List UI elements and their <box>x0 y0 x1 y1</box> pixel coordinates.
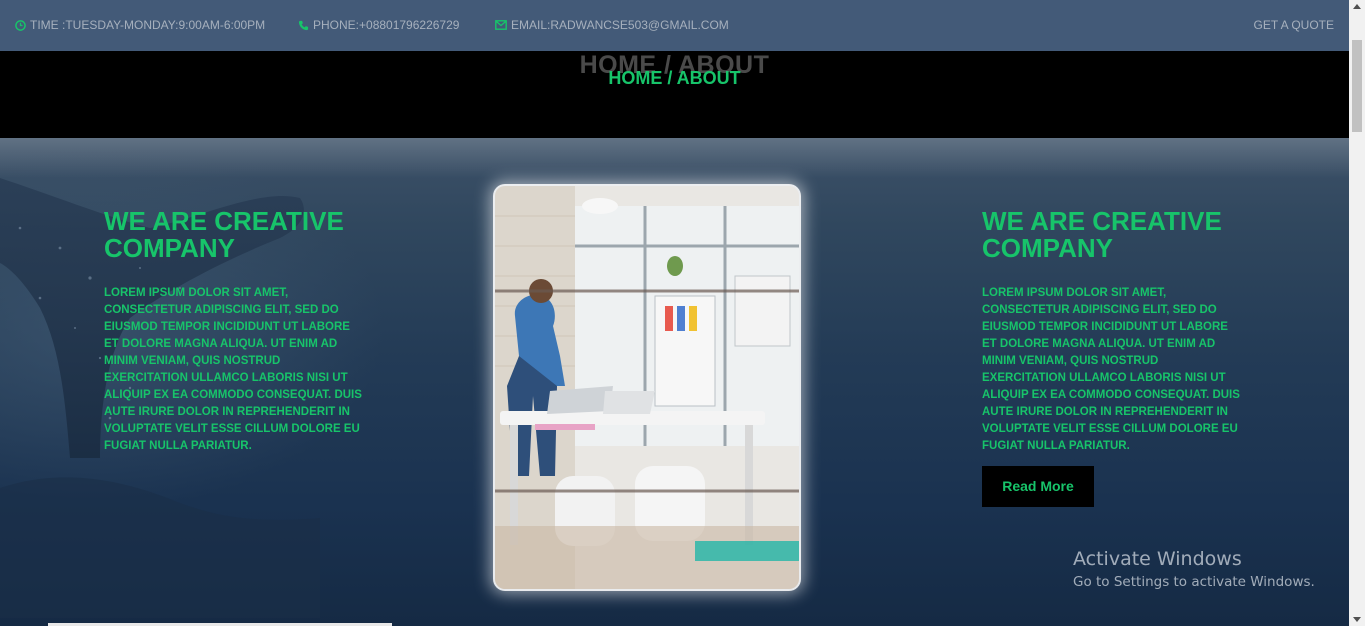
envelope-icon <box>495 20 507 30</box>
scroll-down-arrow-icon[interactable] <box>1353 617 1361 622</box>
email-info: EMAIL:RADWANCSE503@GMAIL.COM <box>495 18 729 32</box>
watermark-subtitle: Go to Settings to activate Windows. <box>1073 574 1315 590</box>
read-more-button[interactable]: Read More <box>982 466 1094 507</box>
scroll-up-arrow-icon[interactable] <box>1353 4 1361 9</box>
clock-icon <box>15 19 26 31</box>
page-banner: HOME / ABOUT HOME / ABOUT <box>0 51 1349 138</box>
get-a-quote-link[interactable]: GET A QUOTE <box>1254 18 1334 32</box>
office-illustration <box>495 186 799 589</box>
time-text: TIME :TUESDAY-MONDAY:9:00AM-6:00PM <box>30 18 266 32</box>
office-photo <box>495 186 799 589</box>
breadcrumb: HOME / ABOUT <box>608 68 741 88</box>
time-info: TIME :TUESDAY-MONDAY:9:00AM-6:00PM <box>15 18 265 32</box>
phone-icon <box>298 20 309 30</box>
email-text: EMAIL:RADWANCSE503@GMAIL.COM <box>511 18 729 32</box>
phone-info: PHONE:+08801796226729 <box>298 18 459 32</box>
page-scrollbar[interactable] <box>1349 0 1365 626</box>
top-info-bar: TIME :TUESDAY-MONDAY:9:00AM-6:00PM PHONE… <box>0 0 1349 51</box>
right-heading: WE ARE CREATIVE COMPANY <box>982 206 1222 263</box>
scrollbar-thumb[interactable] <box>1352 40 1362 132</box>
left-heading: WE ARE CREATIVE COMPANY <box>104 206 344 263</box>
watermark-title: Activate Windows <box>1073 548 1242 570</box>
left-column: WE ARE CREATIVE COMPANY LOREM IPSUM DOLO… <box>104 208 374 455</box>
left-paragraph: LOREM IPSUM DOLOR SIT AMET, CONSECTETUR … <box>104 287 362 452</box>
right-column: WE ARE CREATIVE COMPANY LOREM IPSUM DOLO… <box>982 208 1252 507</box>
phone-text: PHONE:+08801796226729 <box>313 18 460 32</box>
windows-activation-watermark: Activate Windows Go to Settings to activ… <box>1073 548 1315 590</box>
right-paragraph: LOREM IPSUM DOLOR SIT AMET, CONSECTETUR … <box>982 287 1240 452</box>
